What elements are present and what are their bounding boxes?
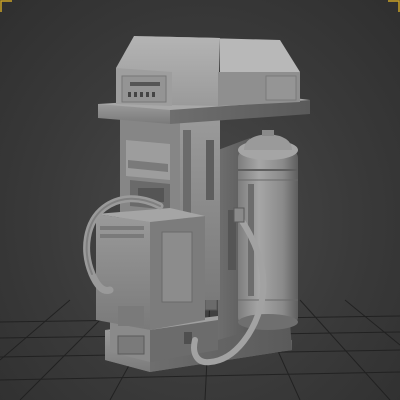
hose-clamp — [233, 207, 245, 223]
front-box — [96, 208, 205, 330]
selection-bracket — [0, 0, 400, 12]
3d-viewport[interactable] — [0, 0, 400, 400]
roof-cap — [98, 36, 310, 124]
viewport-canvas — [0, 0, 400, 400]
generator-model[interactable] — [83, 36, 310, 372]
